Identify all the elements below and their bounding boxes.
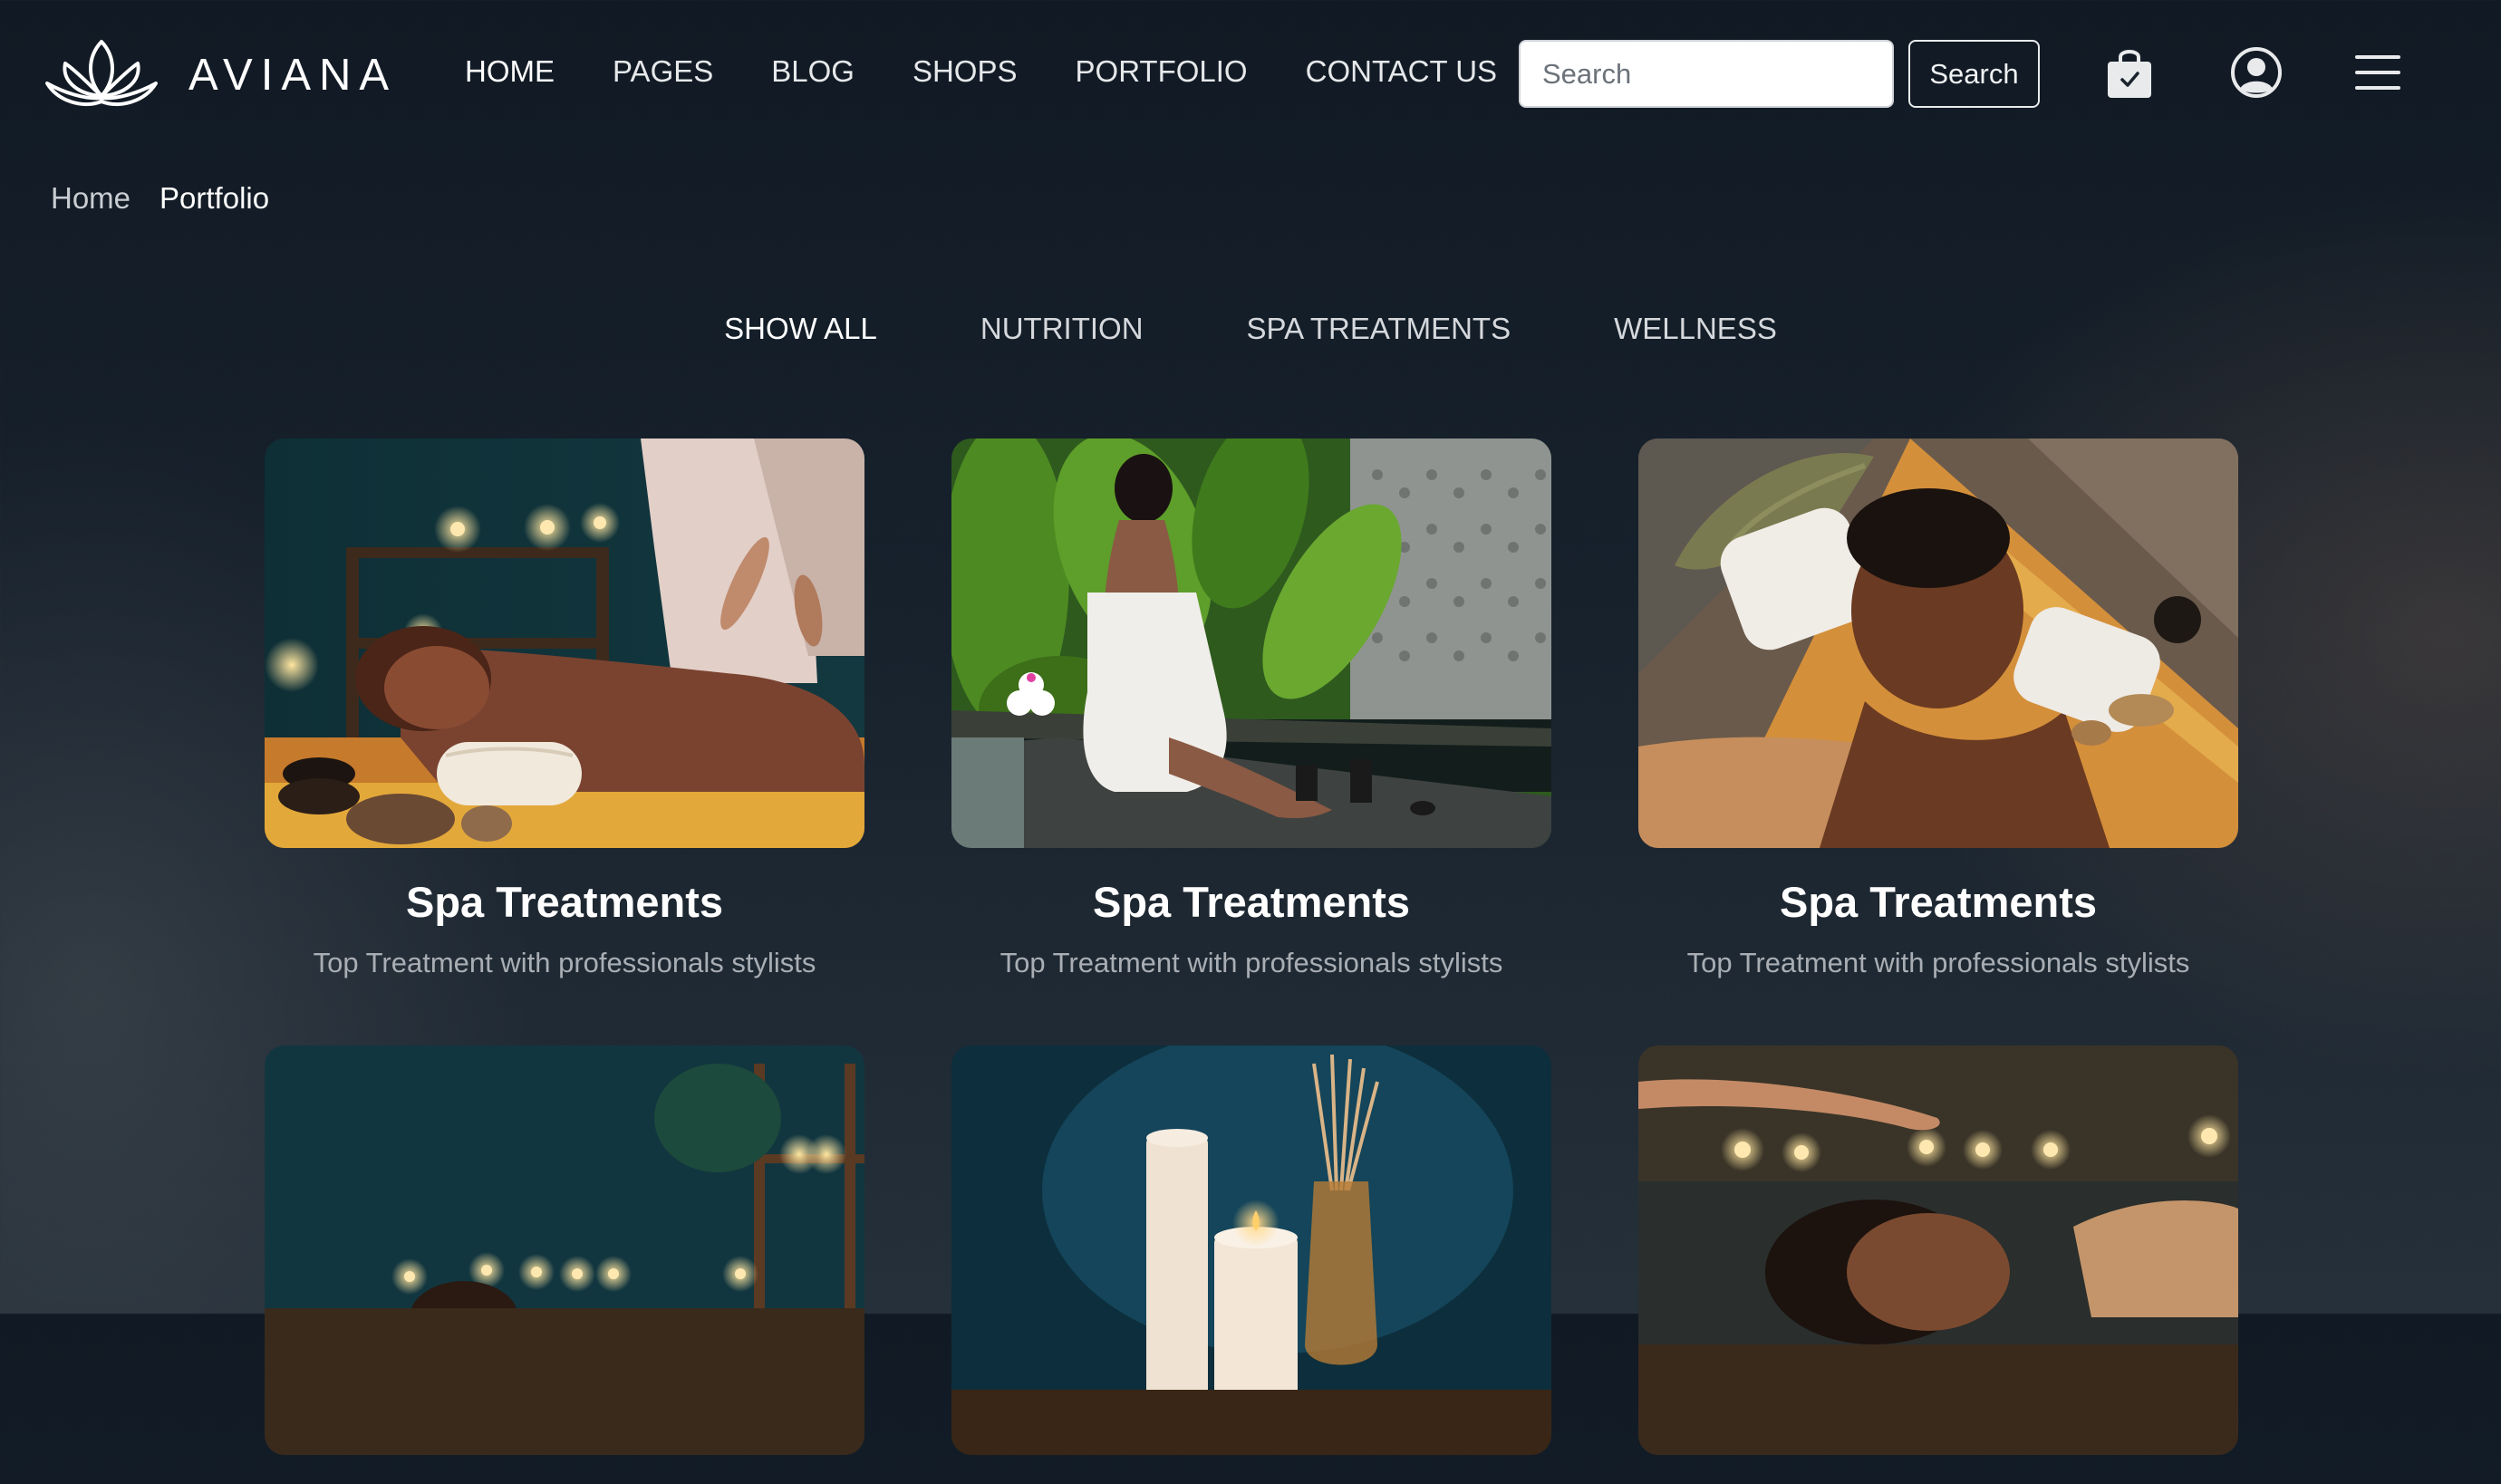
- filter-wellness[interactable]: WELLNESS: [1614, 312, 1777, 346]
- brand-logo[interactable]: AVIANA: [42, 34, 397, 116]
- portfolio-card[interactable]: Spa Treatments Top Treatment with profes…: [1638, 438, 2238, 979]
- filter-nutrition[interactable]: NUTRITION: [980, 312, 1144, 346]
- filter-spa-treatments[interactable]: SPA TREATMENTS: [1247, 312, 1511, 346]
- card-subtitle: Top Treatment with professionals stylist…: [1686, 947, 2190, 978]
- breadcrumb: Home Portfolio: [51, 181, 269, 216]
- menu-button[interactable]: [2342, 36, 2414, 109]
- card-title[interactable]: Spa Treatments: [951, 877, 1551, 927]
- portfolio-card[interactable]: [265, 1046, 864, 1484]
- main-nav: HOME PAGES BLOG SHOPS PORTFOLIO CONTACT …: [465, 54, 1555, 89]
- nav-home[interactable]: HOME: [465, 54, 555, 89]
- search-input[interactable]: [1519, 40, 1894, 108]
- shopping-bag-icon: [2108, 50, 2151, 98]
- user-account-icon: [2231, 47, 2282, 98]
- nav-contact-us[interactable]: CONTACT US: [1306, 54, 1497, 89]
- portfolio-image-relaxing[interactable]: [1638, 438, 2238, 848]
- portfolio-image-reiki[interactable]: [1638, 1046, 2238, 1455]
- portfolio-card[interactable]: Spa Treatments Top Treatment with profes…: [951, 438, 1551, 979]
- portfolio-card[interactable]: [951, 1046, 1551, 1484]
- card-subtitle: Top Treatment with professionals stylist…: [999, 947, 1503, 978]
- portfolio-filter-tabs: SHOW ALL NUTRITION SPA TREATMENTS WELLNE…: [0, 312, 2501, 346]
- breadcrumb-current: Portfolio: [159, 181, 270, 215]
- nav-pages[interactable]: PAGES: [613, 54, 713, 89]
- nav-blog[interactable]: BLOG: [771, 54, 855, 89]
- portfolio-card[interactable]: Spa Treatments Top Treatment with profes…: [265, 438, 864, 979]
- portfolio-image-massage[interactable]: [265, 438, 864, 848]
- search-button[interactable]: Search: [1908, 40, 2040, 108]
- portfolio-image-candles-diffuser[interactable]: [951, 1046, 1551, 1455]
- brand-name: AVIANA: [188, 51, 398, 100]
- nav-portfolio[interactable]: PORTFOLIO: [1076, 54, 1248, 89]
- card-title[interactable]: Spa Treatments: [265, 877, 864, 927]
- account-button[interactable]: [2220, 36, 2293, 109]
- nav-shops[interactable]: SHOPS: [913, 54, 1018, 89]
- cart-button[interactable]: [2093, 36, 2166, 109]
- hamburger-menu-icon: [2355, 55, 2400, 90]
- card-title[interactable]: Spa Treatments: [1638, 877, 2238, 927]
- portfolio-card[interactable]: [1638, 1046, 2238, 1484]
- filter-show-all[interactable]: SHOW ALL: [724, 312, 877, 346]
- card-subtitle: Top Treatment with professionals stylist…: [313, 947, 816, 978]
- lotus-icon: [45, 40, 158, 107]
- breadcrumb-home[interactable]: Home: [51, 181, 130, 216]
- portfolio-image-candle-room[interactable]: [265, 1046, 864, 1455]
- site-header: AVIANA HOME PAGES BLOG SHOPS PORTFOLIO C…: [0, 0, 2501, 149]
- portfolio-image-pool[interactable]: [951, 438, 1551, 848]
